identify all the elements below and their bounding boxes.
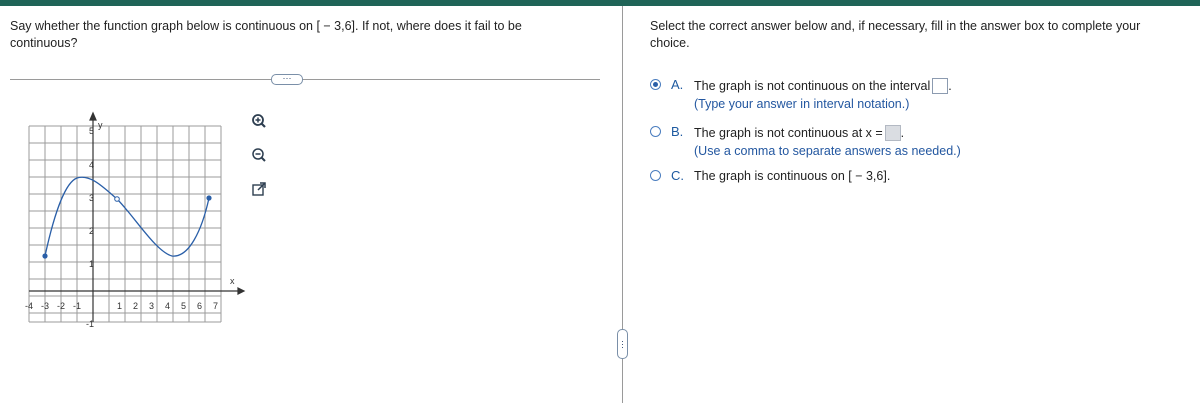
function-graph xyxy=(28,111,246,323)
closed-endpoint-right xyxy=(206,195,212,201)
option-hint: (Type your answer in interval notation.) xyxy=(694,97,910,111)
option-b[interactable]: B. The graph is not continuous at x =. (… xyxy=(650,124,1170,158)
option-text: The graph is continuous on [ − 3,6]. xyxy=(694,169,891,183)
interval-answer-box[interactable] xyxy=(932,78,949,94)
radio-b[interactable] xyxy=(650,126,661,137)
open-external-icon[interactable] xyxy=(250,180,268,198)
function-curve xyxy=(44,176,210,257)
open-point xyxy=(114,196,120,202)
zoom-out-icon[interactable] xyxy=(250,147,268,165)
option-hint: (Use a comma to separate answers as need… xyxy=(694,144,961,158)
expand-more-button[interactable]: ⋯ xyxy=(271,74,303,85)
instruction-text: Select the correct answer below and, if … xyxy=(650,19,1141,50)
option-c[interactable]: C. The graph is continuous on [ − 3,6]. xyxy=(650,168,1170,188)
question-pane: Say whether the function graph below is … xyxy=(0,6,604,403)
radio-c[interactable] xyxy=(650,170,661,181)
option-text: The graph is not continuous on the inter… xyxy=(694,79,931,93)
period: . xyxy=(948,79,952,93)
period: . xyxy=(900,126,905,140)
closed-endpoint-left xyxy=(42,253,48,259)
question-divider xyxy=(10,79,600,80)
radio-a[interactable] xyxy=(650,79,661,90)
option-letter: A. xyxy=(671,77,684,92)
option-letter: C. xyxy=(671,168,684,183)
option-text-wrap: The graph is not continuous at x =. xyxy=(694,125,904,141)
option-text: The graph is not continuous at x = xyxy=(694,126,883,140)
grid xyxy=(28,125,222,323)
question-text: Say whether the function graph below is … xyxy=(10,19,522,50)
zoom-in-icon[interactable] xyxy=(250,113,268,131)
option-a[interactable]: A. The graph is not continuous on the in… xyxy=(650,77,1170,111)
option-text-wrap: The graph is not continuous on the inter… xyxy=(694,78,952,94)
resize-handle[interactable]: ⋯ xyxy=(617,329,628,359)
option-letter: B. xyxy=(671,124,684,139)
x-answer-box[interactable] xyxy=(884,125,901,141)
